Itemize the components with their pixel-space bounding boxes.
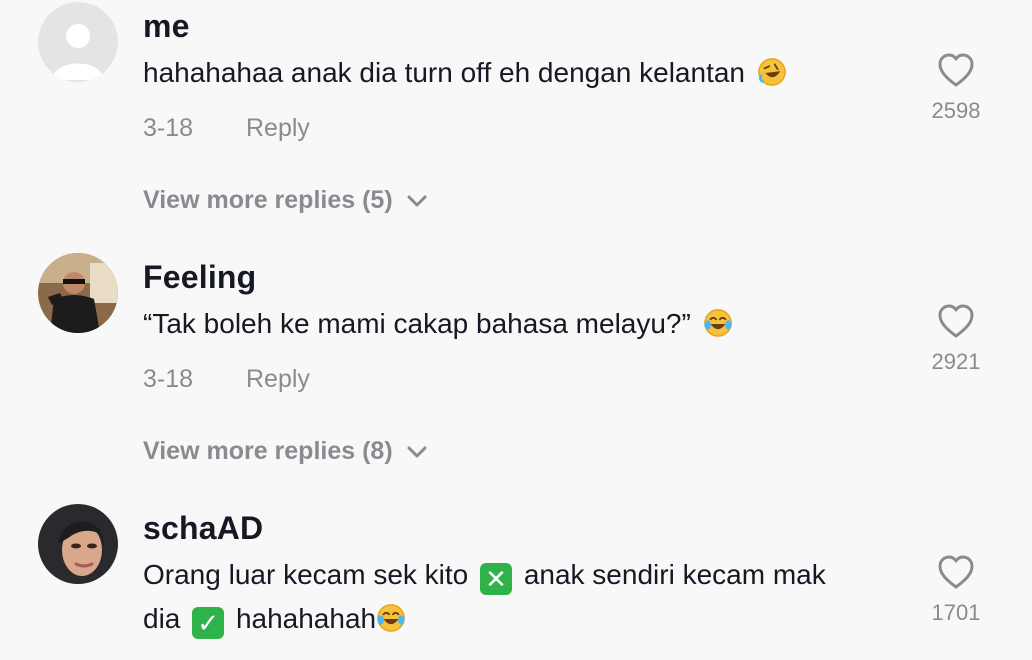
- comment-text-part: anak sendiri kecam mak: [523, 559, 826, 590]
- comment-text: “Tak boleh ke mami cakap bahasa melayu?”: [143, 302, 913, 346]
- default-avatar-icon: [38, 2, 118, 82]
- comment-username[interactable]: schaAD: [143, 510, 263, 547]
- heart-icon: [938, 53, 974, 87]
- cross-mark-emoji-icon: ✕: [480, 563, 513, 595]
- heart-icon: [938, 304, 974, 338]
- avatar[interactable]: [38, 2, 118, 82]
- like-count: 2598: [931, 98, 981, 123]
- comment-text-part: dia: [143, 603, 181, 634]
- comment-text-part: Orang luar kecam sek kito: [143, 559, 469, 590]
- view-more-replies-button[interactable]: View more replies (8): [143, 437, 427, 466]
- comment-text-body: hahahahaa anak dia turn off eh dengan ke…: [143, 57, 745, 88]
- comment-date: 3-18: [143, 114, 194, 142]
- view-more-replies-button[interactable]: View more replies (5): [143, 186, 427, 215]
- reply-button[interactable]: Reply: [246, 114, 310, 142]
- reply-button[interactable]: Reply: [246, 365, 310, 393]
- user-photo-avatar: [38, 504, 118, 584]
- tears-of-joy-emoji-icon: [377, 604, 405, 632]
- view-more-replies-label: View more replies (5): [143, 186, 393, 214]
- like-count: 2921: [931, 349, 981, 374]
- like-button[interactable]: 2921: [912, 303, 1000, 375]
- like-count: 1701: [931, 600, 981, 625]
- comment-meta: 3-18 Reply: [143, 114, 310, 143]
- comment-text: Orang luar kecam sek kito ✕ anak sendiri…: [143, 553, 913, 641]
- avatar[interactable]: [38, 253, 118, 333]
- avatar[interactable]: [38, 504, 118, 584]
- comment-text: hahahahaa anak dia turn off eh dengan ke…: [143, 51, 913, 95]
- comment-username[interactable]: Feeling: [143, 259, 256, 296]
- tears-of-joy-emoji-icon: [703, 309, 732, 337]
- chevron-down-icon: [407, 446, 427, 457]
- heart-icon: [938, 555, 974, 589]
- view-more-replies-label: View more replies (8): [143, 437, 393, 465]
- comment-text-part: hahahahah: [235, 603, 377, 634]
- comment-meta: 3-18 Reply: [143, 365, 310, 394]
- like-button[interactable]: 1701: [912, 554, 1000, 626]
- like-button[interactable]: 2598: [912, 52, 1000, 124]
- comment-username[interactable]: me: [143, 8, 190, 45]
- comment-text-body: “Tak boleh ke mami cakap bahasa melayu?”: [143, 308, 691, 339]
- check-mark-emoji-icon: ✓: [192, 607, 225, 639]
- user-photo-avatar: [38, 253, 118, 333]
- comment-date: 3-18: [143, 365, 194, 393]
- chevron-down-icon: [407, 195, 427, 206]
- rolling-on-floor-laughing-emoji-icon: [757, 58, 786, 86]
- comment-list: me hahahahaa anak dia turn off eh dengan…: [0, 0, 1032, 660]
